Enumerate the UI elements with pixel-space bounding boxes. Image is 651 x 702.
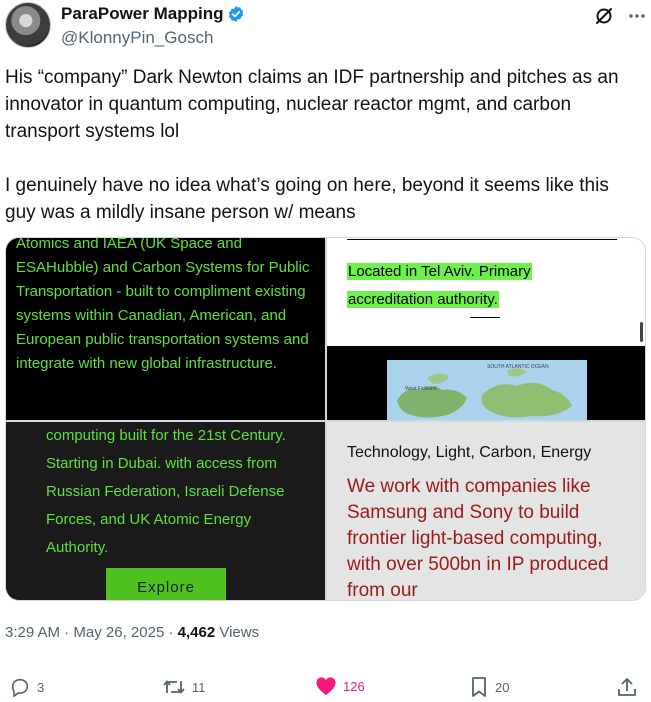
media-image-3[interactable]: computing built for the 21st Century. St… bbox=[6, 422, 325, 600]
like-count: 126 bbox=[343, 678, 365, 694]
bookmark-count: 20 bbox=[495, 679, 510, 695]
map-label-ocean: SOUTH ATLANTIC OCEAN bbox=[487, 364, 549, 370]
action-bar: 3 11 126 20 bbox=[5, 676, 641, 700]
map-label-west-falkland: West Falkland bbox=[405, 386, 437, 392]
author-name[interactable]: ParaPower Mapping bbox=[61, 4, 223, 24]
like-button[interactable]: 126 bbox=[315, 676, 365, 696]
falklands-map: SOUTH ATLANTIC OCEAN West Falkland bbox=[387, 360, 587, 420]
author-handle[interactable]: @KlonnyPin_Gosch bbox=[61, 28, 213, 48]
bookmark-icon bbox=[472, 677, 486, 697]
reply-button[interactable]: 3 bbox=[9, 676, 44, 698]
tweet-time[interactable]: 3:29 AM bbox=[5, 624, 60, 641]
reply-icon bbox=[11, 678, 29, 697]
repost-icon bbox=[163, 680, 185, 694]
image-2-scrollbar bbox=[640, 322, 643, 342]
share-button[interactable] bbox=[617, 676, 637, 698]
top-icons bbox=[594, 6, 646, 26]
tweet-meta: 3:29 AM · May 26, 2025 · 4,462 Views bbox=[5, 624, 259, 641]
media-image-2[interactable]: Located in Tel Aviv. Primary accreditati… bbox=[327, 238, 645, 420]
verified-badge-icon bbox=[229, 6, 244, 22]
image-4-body: We work with companies like Samsung and … bbox=[347, 476, 609, 601]
avatar[interactable] bbox=[5, 2, 51, 48]
meta-separator: · bbox=[60, 624, 74, 641]
media-image-1[interactable]: Atomics and IAEA (UK Space and ESAHubble… bbox=[6, 238, 325, 420]
repost-count: 11 bbox=[192, 679, 206, 695]
explore-button: Explore bbox=[106, 568, 226, 600]
media-grid: Atomics and IAEA (UK Space and ESAHubble… bbox=[5, 237, 646, 601]
heart-icon bbox=[316, 677, 336, 696]
reply-count: 3 bbox=[37, 679, 45, 695]
grok-icon[interactable] bbox=[594, 6, 614, 26]
bookmark-button[interactable]: 20 bbox=[469, 676, 509, 698]
image-2-line-1: Located in Tel Aviv. Primary bbox=[347, 263, 532, 280]
image-2-highlight-text: Located in Tel Aviv. Primary accreditati… bbox=[347, 258, 627, 314]
tweet-header: ParaPower Mapping @KlonnyPin_Gosch bbox=[5, 2, 646, 50]
image-3-text: computing built for the 21st Century. St… bbox=[46, 427, 286, 556]
tweet-text: His “company” Dark Newton claims an IDF … bbox=[5, 67, 619, 223]
image-2-divider bbox=[470, 317, 500, 318]
author-name-row: ParaPower Mapping bbox=[61, 4, 245, 24]
image-2-cut-line bbox=[347, 238, 617, 240]
views-count: 4,462 bbox=[177, 624, 216, 641]
views-label: Views bbox=[215, 624, 260, 641]
image-2-line-2: accreditation authority. bbox=[347, 291, 499, 308]
tweet-date[interactable]: May 26, 2025 bbox=[73, 624, 164, 641]
image-4-heading: Technology, Light, Carbon, Energy bbox=[347, 444, 592, 461]
share-icon bbox=[618, 678, 636, 696]
image-1-text: Atomics and IAEA (UK Space and ESAHubble… bbox=[16, 238, 310, 372]
meta-separator-2: · bbox=[164, 624, 178, 641]
repost-button[interactable]: 11 bbox=[162, 676, 206, 698]
media-image-4[interactable]: Technology, Light, Carbon, Energy We wor… bbox=[327, 422, 645, 601]
more-options-icon[interactable] bbox=[628, 6, 646, 26]
